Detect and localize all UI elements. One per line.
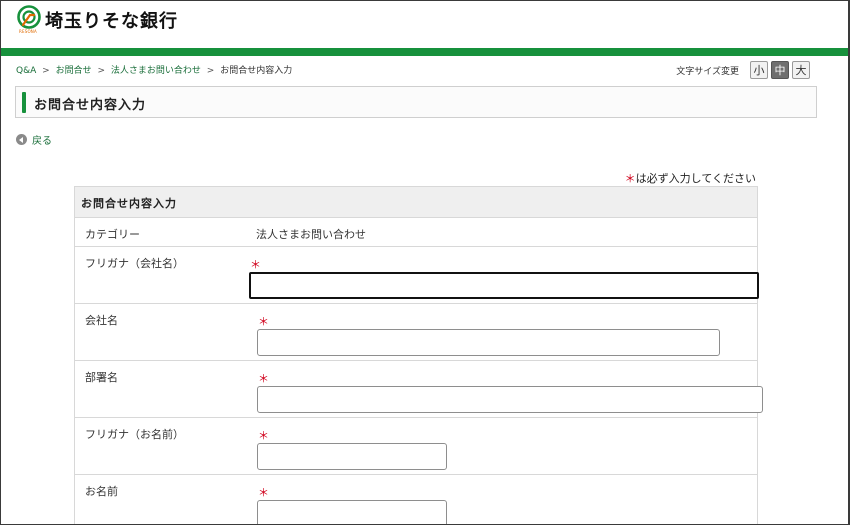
company-kana-input[interactable]: [249, 272, 759, 299]
breadcrumb: Q&A > お問合せ > 法人さまお問い合わせ > お問合せ内容入力: [16, 63, 292, 76]
company-name-cell: ＊: [248, 304, 757, 360]
page-title-box: お問合せ内容入力: [15, 86, 817, 118]
back-link[interactable]: 戻る: [16, 132, 52, 147]
breadcrumb-separator: >: [97, 66, 105, 76]
page-title: お問合せ内容入力: [34, 98, 147, 113]
logo-sub-text: RESONA: [19, 29, 37, 34]
bank-logo[interactable]: RESONA 埼玉りそな銀行: [17, 5, 178, 34]
name-kana-label: フリガナ（お名前）: [85, 428, 184, 441]
name-label: お名前: [85, 485, 118, 498]
required-star: ＊: [258, 429, 269, 442]
breadcrumb-current: お問合せ内容入力: [220, 66, 293, 76]
form-row-company-name: 会社名 ＊: [75, 304, 757, 361]
category-value: 法人さまお問い合わせ: [256, 228, 366, 241]
font-size-switcher: 文字サイズ変更 小 中 大: [676, 61, 810, 79]
font-size-small-button[interactable]: 小: [750, 61, 768, 79]
font-size-label: 文字サイズ変更: [676, 66, 739, 77]
form-row-category: カテゴリー 法人さまお問い合わせ: [75, 218, 757, 247]
name-input[interactable]: [257, 500, 447, 524]
form-row-company-kana: フリガナ（会社名） ＊: [75, 247, 759, 304]
font-size-large-button[interactable]: 大: [792, 61, 810, 79]
back-arrow-icon: [16, 134, 27, 145]
name-kana-input[interactable]: [257, 443, 447, 470]
site-header: RESONA 埼玉りそな銀行: [1, 1, 848, 49]
back-label: 戻る: [32, 136, 52, 147]
required-star: ＊: [258, 486, 269, 499]
department-label: 部署名: [85, 371, 118, 384]
company-kana-cell: ＊: [248, 247, 759, 303]
required-star: ＊: [624, 172, 636, 185]
title-accent-bar: [22, 92, 26, 113]
page-frame: RESONA 埼玉りそな銀行 Q&A > お問合せ > 法人さまお問い合わせ >…: [0, 0, 850, 525]
breadcrumb-qa[interactable]: Q&A: [16, 66, 36, 76]
company-name-label: 会社名: [85, 314, 118, 327]
breadcrumb-separator: >: [42, 66, 50, 76]
form-row-name-kana: フリガナ（お名前） ＊: [75, 418, 757, 475]
required-star: ＊: [258, 315, 269, 328]
header-green-bar: [1, 48, 848, 56]
form-row-department: 部署名 ＊: [75, 361, 763, 418]
required-note-text: は必ず入力してください: [635, 172, 756, 185]
breadcrumb-corporate-inquiry[interactable]: 法人さまお問い合わせ: [111, 66, 201, 76]
name-kana-cell: ＊: [248, 418, 757, 474]
font-size-medium-button[interactable]: 中: [771, 61, 789, 79]
required-note: ＊は必ず入力してください: [625, 170, 756, 186]
required-star: ＊: [250, 258, 261, 271]
company-name-input[interactable]: [257, 329, 720, 356]
category-label: カテゴリー: [85, 228, 140, 241]
form-row-name: お名前 ＊: [75, 475, 757, 524]
company-kana-label: フリガナ（会社名）: [85, 257, 184, 270]
resona-logo-icon: RESONA: [17, 5, 41, 34]
form-heading: お問合せ内容入力: [75, 187, 757, 218]
name-cell: ＊: [248, 475, 757, 524]
breadcrumb-inquiry[interactable]: お問合せ: [56, 66, 92, 76]
department-input[interactable]: [257, 386, 763, 413]
bank-name: 埼玉りそな銀行: [45, 11, 178, 32]
department-cell: ＊: [248, 361, 763, 417]
required-star: ＊: [258, 372, 269, 385]
breadcrumb-separator: >: [206, 66, 215, 76]
inquiry-form: お問合せ内容入力 カテゴリー 法人さまお問い合わせ フリガナ（会社名） ＊ 会社…: [74, 186, 763, 524]
